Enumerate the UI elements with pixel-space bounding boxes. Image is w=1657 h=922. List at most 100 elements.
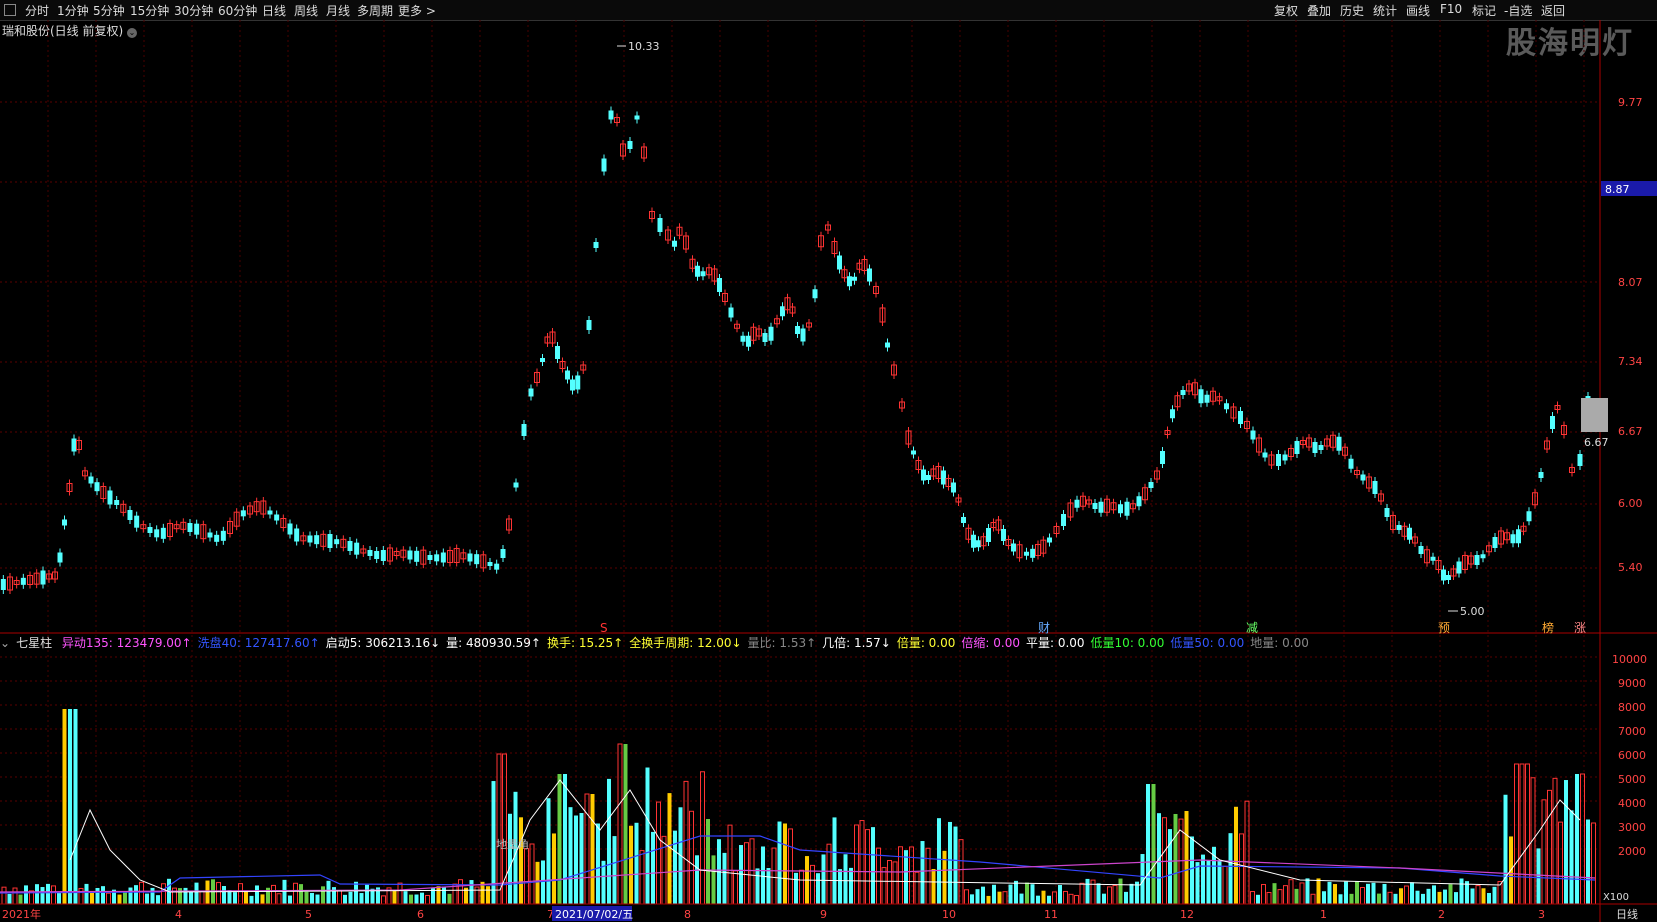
candle-body [1238,411,1243,424]
volume-bar [1085,878,1090,904]
f10-button[interactable]: F10 [1440,2,1462,16]
period-monthly[interactable]: 月线 [326,2,350,19]
candle-body [768,326,774,341]
stats-button[interactable]: 统计 [1373,2,1397,19]
period-15min[interactable]: 15分钟 [130,2,169,19]
candle-body [360,548,367,554]
volume-bar [1497,881,1503,905]
volume-bar [1552,777,1558,905]
marker-cai[interactable]: 财 [1038,621,1050,635]
volume-bar [777,821,782,904]
candle-body [0,579,6,590]
chevron-down-icon[interactable]: ⌄ [127,28,138,38]
candle-body [1256,437,1262,453]
overlay-button[interactable]: 叠加 [1307,2,1331,19]
history-button[interactable]: 历史 [1340,2,1364,19]
marker-jian[interactable]: 减 [1246,621,1258,635]
candle-body [1330,434,1336,448]
volume-bar [964,889,969,905]
candle-body [173,524,180,530]
marker-bang[interactable]: 榜 [1542,620,1554,635]
period-more[interactable]: 更多 > [398,2,436,19]
volume-bar [276,893,282,905]
panel-toggle-icon[interactable] [4,4,16,16]
stock-title[interactable]: 瑞和股份(日线 前复权) ⌄ [2,22,138,39]
volume-bar [755,868,760,904]
volume-bar [51,885,56,905]
watchlist-button[interactable]: -自选 [1504,2,1532,19]
marker-yu[interactable]: 预 [1438,621,1450,635]
draw-button[interactable]: 画线 [1406,2,1430,19]
candle-body [1074,499,1080,508]
candle-body [1148,482,1154,488]
indicator-item: 启动5: 306213.16↓ [325,636,441,650]
volume-bar [1580,773,1585,905]
current-price-box [1601,181,1657,196]
volume-bar [1168,829,1172,904]
period-weekly[interactable]: 周线 [294,2,318,19]
period-5min[interactable]: 5分钟 [93,2,125,19]
candle-body [52,571,58,580]
volume-bar [584,793,590,905]
candle-body [1216,396,1223,402]
volume-bar [1487,892,1491,904]
volume-bar [1266,892,1272,905]
time-label-7: 7 [547,908,554,921]
volume-bar [689,810,694,905]
period-1min[interactable]: 1分钟 [57,2,89,19]
mark-button[interactable]: 标记 [1472,2,1496,19]
volume-bar [1525,763,1530,905]
volume-bar [1399,888,1403,904]
candle-body [1130,503,1136,510]
indicator-item: 平量: 0.00 [1025,636,1085,650]
back-button[interactable]: 返回 [1541,2,1565,19]
volume-bar [1591,822,1596,905]
volume-bar [771,847,777,905]
candle-body [1170,409,1175,419]
volume-bar [925,847,931,905]
kline-chart[interactable]: 9.77 8.87 8.07 7.34 6.67 6.00 5.40 10.33… [0,0,1657,922]
candle-body [1468,555,1474,565]
volume-bar [1107,886,1112,905]
candle-body [354,542,360,555]
marker-s[interactable]: S [600,621,608,635]
volume-bar [596,823,600,904]
indicator-name[interactable]: 七星柱 [16,636,52,650]
candle-body [634,115,640,120]
volume-bar [1415,890,1420,904]
volume-bar [788,828,793,905]
volume-bar [1014,880,1018,904]
volume-bar [134,885,138,904]
candle-body [879,307,886,323]
volume-bar [474,886,480,905]
period-60min[interactable]: 60分钟 [218,2,257,19]
volume-bar [579,813,584,904]
candle-body [214,534,220,542]
volume-bar [359,893,364,904]
volume-bar [1355,881,1359,904]
time-label-10: 10 [942,908,956,921]
period-30min[interactable]: 30分钟 [174,2,213,19]
volume-bar [326,880,331,904]
volume-bar [1564,780,1568,904]
marker-zhang[interactable]: 涨 [1574,620,1586,635]
volume-bar [464,887,468,904]
volume-bar [898,846,903,905]
period-daily[interactable]: 日线 [262,2,286,19]
candle-body [334,539,340,545]
fuquan-button[interactable]: 复权 [1274,2,1298,19]
time-label-12: 12 [1180,908,1194,921]
period-fenshi[interactable]: 分时 [25,2,49,19]
candle-body [672,240,677,247]
indicator-toggle-icon[interactable]: ⌄ [0,636,10,650]
volume-bar [293,882,298,905]
candle-body [187,523,193,532]
volume-bar [783,823,787,904]
volume-bar [1256,894,1260,904]
volume-bar [849,867,853,904]
period-multi[interactable]: 多周期 [357,2,393,19]
volume-bar [887,860,892,905]
candle-body [620,143,626,157]
volume-bar [601,860,606,904]
candle-body [899,401,905,409]
